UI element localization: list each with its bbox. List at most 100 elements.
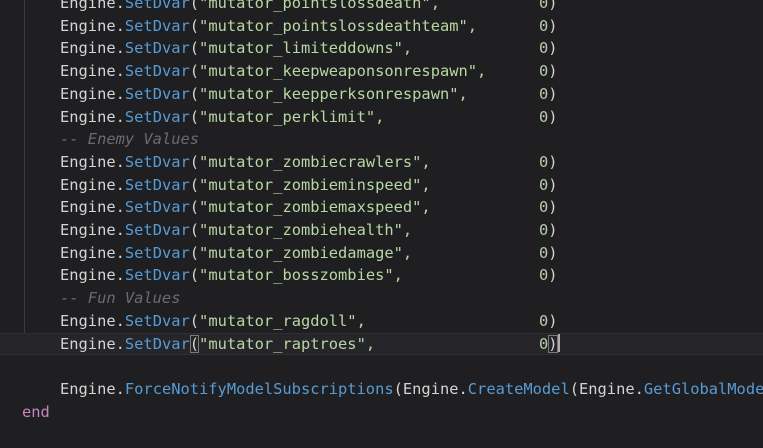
method-name: SetDvar (124, 152, 190, 171)
dvar-key-string: "mutator_pointslossdeath", (199, 0, 440, 12)
open-paren: ( (189, 266, 200, 285)
object-name: Engine (60, 379, 116, 398)
code-comment: -- Enemy Values (60, 130, 199, 149)
dvar-value: 0) (539, 151, 558, 174)
object-name: Engine (402, 379, 459, 398)
close-paren: ) (548, 152, 558, 171)
code-line[interactable]: Engine.SetDvar("mutator_ragdoll", 0) (0, 310, 763, 333)
code-line[interactable]: Engine.SetDvar("mutator_keepperksonrespa… (0, 83, 763, 106)
dot-punctuation: . (115, 379, 125, 398)
dot-punctuation: . (115, 39, 125, 58)
close-paren: ) (548, 334, 558, 353)
method-name: GetGlobalMode (643, 379, 763, 398)
method-name: SetDvar (124, 266, 190, 285)
dot-punctuation: . (115, 84, 125, 103)
code-line[interactable]: Engine.SetDvar("mutator_bosszombies", 0) (0, 264, 763, 287)
open-paren: ( (189, 311, 200, 330)
open-paren: ( (189, 221, 200, 239)
dot-punctuation: . (115, 334, 125, 353)
dvar-value-number: 0 (539, 334, 549, 353)
dvar-key-string: "mutator_zombiedamage", (199, 243, 413, 262)
close-paren: ) (548, 311, 558, 330)
object-name: Engine (60, 152, 116, 171)
method-name: SetDvar (124, 62, 190, 81)
dvar-key-string: "mutator_zombiemaxspeed", (199, 198, 431, 217)
code-text: Engine.SetDvar("mutator_bosszombies", (60, 264, 403, 287)
code-text: Engine.SetDvar("mutator_pointslossdeath"… (60, 0, 440, 15)
code-line[interactable]: Engine.SetDvar("mutator_perklimit", 0) (0, 106, 763, 129)
dvar-key-string: "mutator_bosszombies", (199, 266, 403, 285)
close-paren: ) (548, 107, 558, 126)
text-cursor (557, 333, 560, 352)
dvar-value-number: 0 (539, 198, 549, 217)
code-line[interactable]: Engine.SetDvar("mutator_limiteddowns", 0) (0, 37, 763, 60)
dvar-key-string: "mutator_zombiehealth", (199, 221, 413, 239)
code-line[interactable]: Engine.SetDvar("mutator_zombiehealth", 0) (0, 219, 763, 242)
dot-punctuation: . (634, 379, 644, 398)
dvar-value-number: 0 (539, 152, 549, 171)
code-line[interactable] (0, 355, 763, 378)
dvar-key-string: "mutator_raptroes", (199, 334, 376, 353)
dot-punctuation: . (115, 243, 125, 262)
object-name: Engine (60, 39, 116, 58)
code-line[interactable]: Engine.SetDvar("mutator_keepweaponsonres… (0, 60, 763, 83)
method-name: SetDvar (124, 107, 190, 126)
object-name: Engine (60, 243, 116, 262)
code-text: Engine.ForceNotifyModelSubscriptions(Eng… (60, 378, 763, 401)
object-name: Engine (60, 266, 116, 285)
object-name: Engine (60, 221, 116, 239)
open-paren: ( (189, 175, 200, 194)
open-paren: ( (393, 379, 403, 398)
code-line[interactable]: Engine.SetDvar("mutator_zombiedamage", 0) (0, 242, 763, 265)
code-line[interactable]: -- Enemy Values (0, 128, 763, 151)
open-paren: ( (189, 107, 200, 126)
object-name: Engine (60, 84, 116, 103)
dot-punctuation: . (115, 152, 125, 171)
code-text: Engine.SetDvar("mutator_zombiehealth", (60, 219, 412, 242)
dvar-value: 0) (539, 242, 558, 265)
code-line[interactable]: Engine.SetDvar("mutator_pointslossdeath"… (0, 0, 763, 15)
dot-punctuation: . (115, 266, 125, 285)
method-name: SetDvar (124, 221, 190, 239)
method-name: ForceNotifyModelSubscriptions (124, 379, 394, 398)
dvar-value-number: 0 (539, 221, 549, 239)
code-line[interactable]: Engine.SetDvar("mutator_zombieminspeed",… (0, 174, 763, 197)
code-comment: -- Fun Values (60, 289, 181, 308)
object-name: Engine (579, 379, 635, 398)
code-line[interactable]: -- Fun Values (0, 287, 763, 310)
object-name: Engine (60, 107, 116, 126)
code-line[interactable]: end (0, 401, 763, 424)
method-name: SetDvar (124, 243, 190, 262)
dvar-value-number: 0 (539, 62, 549, 81)
code-line[interactable]: Engine.SetDvar("mutator_pointslossdeatht… (0, 15, 763, 38)
dvar-value: 0) (539, 15, 558, 38)
object-name: Engine (60, 0, 116, 12)
method-name: SetDvar (124, 84, 190, 103)
dvar-value-number: 0 (539, 16, 549, 35)
dvar-key-string: "mutator_keepperksonrespawn", (199, 84, 468, 103)
dot-punctuation: . (115, 221, 125, 239)
code-line[interactable]: Engine.SetDvar("mutator_raptroes", 0) (0, 332, 763, 356)
close-paren: ) (548, 84, 558, 103)
code-text: Engine.SetDvar("mutator_zombieminspeed", (60, 174, 431, 197)
dvar-key-string: "mutator_limiteddowns", (199, 39, 413, 58)
code-line[interactable]: Engine.ForceNotifyModelSubscriptions(Eng… (0, 378, 763, 401)
dvar-value: 0) (539, 0, 558, 15)
dvar-value-number: 0 (539, 107, 549, 126)
code-editor[interactable]: Engine.SetDvar("mutator_pointslossdeath"… (0, 0, 763, 448)
close-paren: ) (548, 198, 558, 217)
dot-punctuation: . (115, 62, 125, 81)
open-paren: ( (189, 152, 200, 171)
open-paren: ( (189, 16, 200, 35)
dvar-value: 0) (539, 333, 560, 356)
dvar-value-number: 0 (539, 243, 549, 262)
dvar-value: 0) (539, 106, 558, 129)
dvar-key-string: "mutator_pointslossdeathteam", (199, 16, 478, 35)
object-name: Engine (60, 62, 116, 81)
code-line[interactable]: Engine.SetDvar("mutator_zombiecrawlers",… (0, 151, 763, 174)
code-text: Engine.SetDvar("mutator_ragdoll", (60, 310, 366, 333)
code-text: Engine.SetDvar("mutator_zombiemaxspeed", (60, 196, 431, 219)
code-line[interactable]: Engine.SetDvar("mutator_zombiemaxspeed",… (0, 196, 763, 219)
code-text: Engine.SetDvar("mutator_limiteddowns", (60, 37, 412, 60)
dot-punctuation: . (115, 175, 125, 194)
